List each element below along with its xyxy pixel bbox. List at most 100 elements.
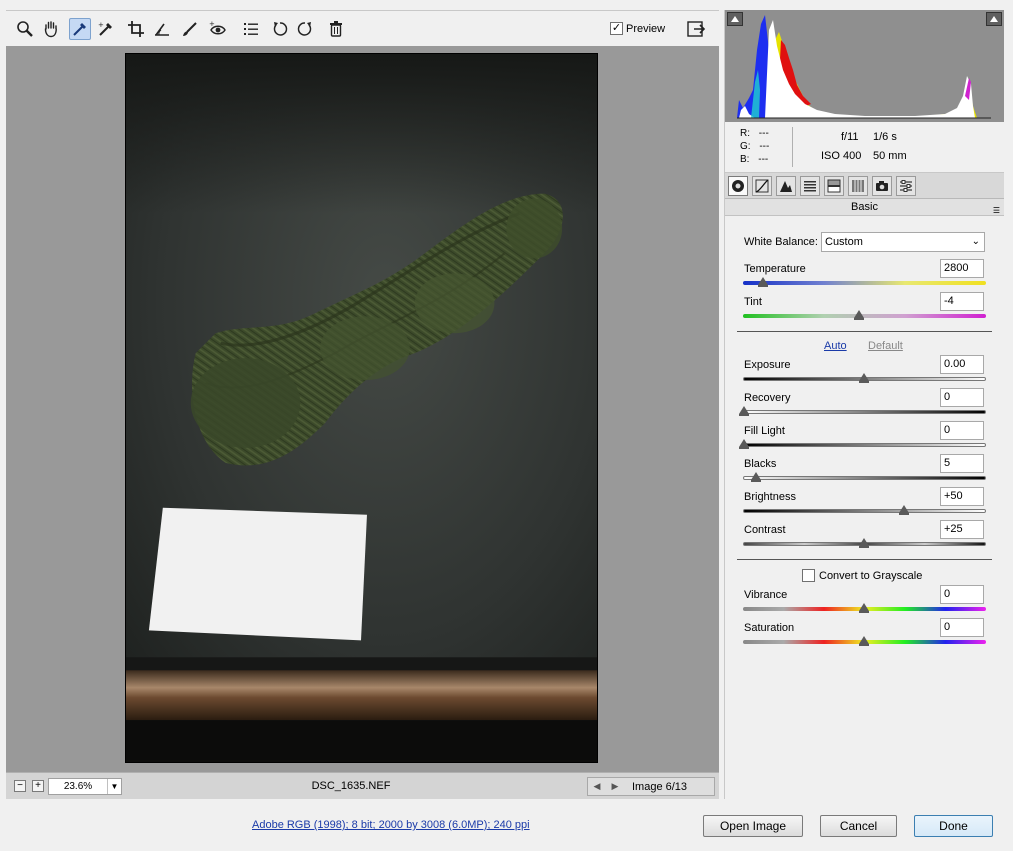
- hand-icon: [44, 21, 57, 38]
- magnifier-icon: [17, 21, 33, 37]
- workflow-options-link[interactable]: Adobe RGB (1998); 8 bit; 2000 by 3008 (6…: [252, 819, 530, 831]
- saturation-thumb[interactable]: [859, 636, 869, 646]
- recovery-field[interactable]: 0: [940, 388, 984, 407]
- iso: ISO 400: [821, 150, 862, 162]
- panel-menu-icon[interactable]: ☰: [993, 203, 1000, 219]
- rotate-right-tool[interactable]: [294, 18, 316, 40]
- hsl-icon: [804, 181, 816, 192]
- cancel-button[interactable]: Cancel: [820, 815, 897, 837]
- convert-grayscale-toggle[interactable]: Convert to Grayscale: [802, 569, 922, 582]
- next-image-button[interactable]: ▶: [606, 781, 624, 792]
- default-link[interactable]: Default: [868, 340, 903, 352]
- fill-light-thumb[interactable]: [739, 439, 749, 449]
- tint-thumb[interactable]: [854, 310, 864, 320]
- blacks-slider[interactable]: [743, 476, 986, 480]
- preview-checkbox[interactable]: ✓: [610, 22, 623, 35]
- b-value: ---: [758, 154, 769, 165]
- preferences-tool[interactable]: [240, 18, 262, 40]
- retouch-tool[interactable]: [179, 18, 201, 40]
- tab-hsl[interactable]: [800, 176, 820, 196]
- temperature-field[interactable]: 2800: [940, 259, 984, 278]
- tab-presets[interactable]: [896, 176, 916, 196]
- image-count: Image 6/13: [632, 780, 688, 793]
- tab-split-toning[interactable]: [824, 176, 844, 196]
- tint-label: Tint: [744, 296, 762, 308]
- rotate-left-icon: [273, 22, 288, 36]
- contrast-thumb[interactable]: [859, 538, 869, 548]
- highlight-clipping-toggle[interactable]: [986, 12, 1002, 26]
- preview-canvas[interactable]: [6, 46, 719, 772]
- toolbar: + + ✓ Preview: [6, 10, 719, 46]
- brightness-thumb[interactable]: [899, 505, 909, 515]
- fill-light-label: Fill Light: [744, 425, 785, 437]
- photo-preview: [125, 53, 598, 763]
- previous-image-button[interactable]: ◀: [588, 781, 606, 792]
- temperature-slider[interactable]: [743, 281, 986, 285]
- presets-icon: [900, 180, 912, 192]
- delete-tool[interactable]: [325, 18, 347, 40]
- panel-title: Basic ☰: [725, 199, 1004, 216]
- tint-slider[interactable]: [743, 314, 986, 318]
- rotate-left-tool[interactable]: [269, 18, 291, 40]
- divider: [737, 559, 992, 560]
- exposure-label: Exposure: [744, 359, 791, 371]
- hand-tool[interactable]: [40, 18, 62, 40]
- tab-basic[interactable]: [728, 176, 748, 196]
- tint-field[interactable]: -4: [940, 292, 984, 311]
- contrast-field[interactable]: +25: [940, 520, 984, 539]
- vibrance-thumb[interactable]: [859, 603, 869, 613]
- shutter-speed: 1/6 s: [873, 131, 897, 143]
- g-value: ---: [759, 141, 770, 152]
- aperture: f/11: [841, 131, 859, 143]
- fill-light-field[interactable]: 0: [940, 421, 984, 440]
- fullscreen-button[interactable]: [686, 19, 706, 39]
- color-sampler-tool[interactable]: +: [95, 18, 117, 40]
- vibrance-field[interactable]: 0: [940, 585, 984, 604]
- done-button[interactable]: Done: [914, 815, 993, 837]
- blacks-field[interactable]: 5: [940, 454, 984, 473]
- exposure-field[interactable]: 0.00: [940, 355, 984, 374]
- detail-icon: [780, 181, 792, 192]
- trash-icon: [330, 21, 342, 37]
- zoom-out-button[interactable]: −: [14, 780, 26, 792]
- crop-tool[interactable]: [125, 18, 147, 40]
- zoom-level-select[interactable]: 23.6% ▼: [48, 778, 122, 795]
- zoom-in-button[interactable]: +: [32, 780, 44, 792]
- sampler-icon: +: [98, 21, 112, 36]
- recovery-slider[interactable]: [743, 410, 986, 414]
- blacks-thumb[interactable]: [751, 472, 761, 482]
- brightness-slider[interactable]: [743, 509, 986, 513]
- white-balance-select[interactable]: Custom ⌄: [821, 232, 985, 252]
- tab-tone-curve[interactable]: [752, 176, 772, 196]
- auto-link[interactable]: Auto: [824, 340, 847, 352]
- lens-icon: [852, 180, 864, 192]
- rotate-right-icon: [297, 22, 312, 36]
- straighten-tool[interactable]: [151, 18, 173, 40]
- convert-grayscale-checkbox[interactable]: [802, 569, 815, 582]
- white-balance-label: White Balance:: [744, 236, 818, 248]
- b-label: B:: [740, 154, 750, 165]
- status-bar: − + 23.6% ▼ DSC_1635.NEF ◀ ▶ Image 6/13: [6, 772, 719, 799]
- eyedropper-icon: [73, 23, 86, 36]
- zoom-tool[interactable]: [14, 18, 36, 40]
- open-image-button[interactable]: Open Image: [703, 815, 803, 837]
- chevron-down-icon: ⌄: [971, 236, 980, 247]
- preview-label: Preview: [626, 22, 666, 35]
- recovery-thumb[interactable]: [739, 406, 749, 416]
- shadow-clipping-toggle[interactable]: [727, 12, 743, 26]
- camera-info: R: --- G: --- B: --- f/11 1/6 s ISO 400 …: [725, 123, 1004, 173]
- crop-icon: [128, 21, 144, 37]
- fill-light-slider[interactable]: [743, 443, 986, 447]
- temperature-thumb[interactable]: [758, 277, 768, 287]
- tab-lens-corrections[interactable]: [848, 176, 868, 196]
- white-balance-tool[interactable]: [69, 18, 91, 40]
- tab-detail[interactable]: [776, 176, 796, 196]
- image-navigator: ◀ ▶ Image 6/13: [587, 777, 715, 796]
- brightness-field[interactable]: +50: [940, 487, 984, 506]
- saturation-field[interactable]: 0: [940, 618, 984, 637]
- preview-toggle[interactable]: ✓ Preview: [610, 22, 665, 35]
- red-eye-tool[interactable]: +: [207, 18, 229, 40]
- tab-camera-calibration[interactable]: [872, 176, 892, 196]
- exposure-thumb[interactable]: [859, 373, 869, 383]
- panel-tabs: [725, 173, 1004, 199]
